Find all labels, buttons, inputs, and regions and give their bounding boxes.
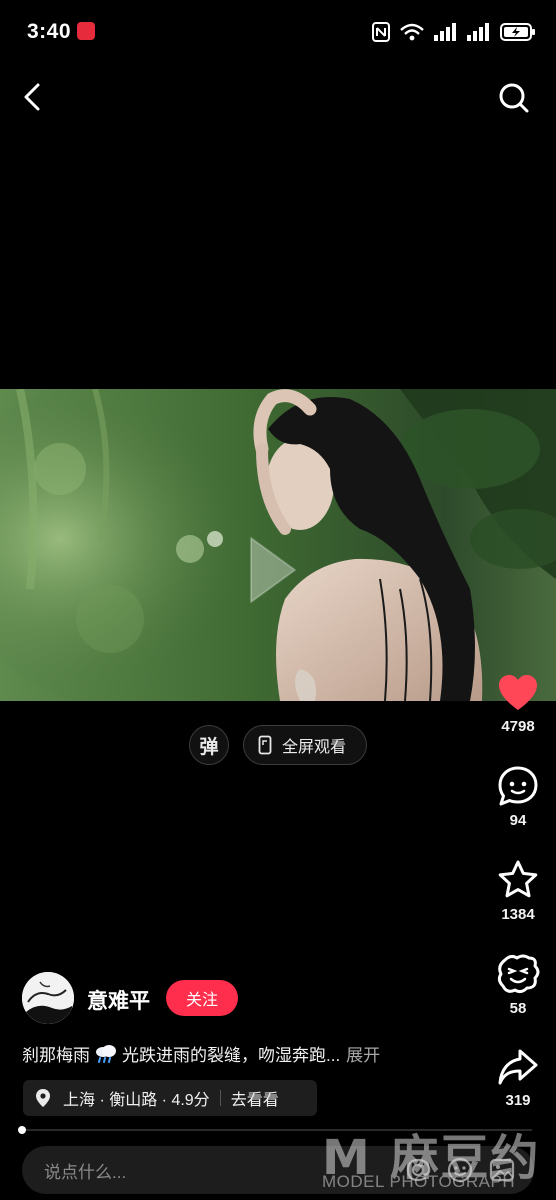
danmaku-toggle-button[interactable]: 弹 (189, 725, 229, 765)
nfc-icon (372, 22, 390, 42)
emoji-face-icon (497, 954, 540, 994)
favorite-count: 1384 (501, 906, 535, 923)
like-count: 4798 (501, 718, 535, 735)
status-bar: 3:40 (0, 0, 556, 64)
caption-text-start: 刹那梅雨 (22, 1046, 90, 1065)
danmaku-label: 弹 (199, 736, 219, 758)
comment-action[interactable]: 94 (493, 764, 543, 829)
favorite-action[interactable]: 1384 (493, 858, 543, 923)
signal-2-icon (467, 23, 489, 41)
follow-button[interactable]: 关注 (166, 980, 238, 1016)
author-avatar[interactable] (22, 972, 74, 1024)
comment-count: 94 (509, 812, 527, 829)
author-name[interactable]: 意难平 (87, 985, 150, 1015)
fullscreen-label: 全屏观看 (282, 739, 347, 756)
location-name: 上海 · 衡山路 · 4.9分 (63, 1092, 210, 1109)
follow-label: 关注 (185, 992, 218, 1009)
search-button[interactable] (496, 80, 532, 116)
battery-icon (500, 23, 535, 41)
fullscreen-rotate-icon (258, 735, 272, 755)
avatar-image (22, 972, 74, 1024)
share-count: 319 (505, 1092, 531, 1109)
video-progress-track[interactable] (22, 1129, 532, 1131)
like-action[interactable]: 4798 (493, 672, 543, 735)
status-time: 3:40 (27, 20, 72, 43)
location-divider (219, 1090, 221, 1106)
caption-text-rest: 光跌进雨的裂缝，吻湿奔跑... (122, 1046, 341, 1065)
location-tag[interactable]: 上海 · 衡山路 · 4.9分 去看看 (23, 1080, 317, 1116)
comment-placeholder: 说点什么... (44, 1162, 127, 1182)
chevron-left-icon (24, 83, 40, 111)
comment-bubble-icon (498, 766, 538, 806)
signal-1-icon (434, 23, 456, 41)
comment-input-bar[interactable]: 说点什么... (22, 1146, 534, 1194)
location-pin-icon (36, 1089, 50, 1107)
image-picker-icon[interactable] (488, 1156, 516, 1184)
fullscreen-button[interactable]: 全屏观看 (243, 725, 367, 765)
share-action[interactable]: 319 (493, 1046, 543, 1109)
location-go-link[interactable]: 去看看 (231, 1086, 279, 1110)
wifi-icon (400, 23, 424, 41)
status-icons (372, 18, 536, 46)
rain-cloud-emoji-icon (96, 1044, 116, 1063)
post-caption[interactable]: 刹那梅雨 光跌进雨的裂缝，吻湿奔跑... 展开 (22, 1041, 380, 1066)
comment-icons (404, 1156, 516, 1184)
back-button[interactable] (18, 80, 52, 114)
search-icon (499, 83, 529, 113)
video-progress-handle[interactable] (18, 1126, 26, 1134)
star-icon (498, 860, 538, 898)
share-arrow-icon (498, 1049, 538, 1085)
at-mention-icon[interactable] (404, 1156, 432, 1184)
expand-link[interactable]: 展开 (346, 1041, 380, 1066)
play-button[interactable] (247, 534, 299, 606)
emoji-count: 58 (509, 1000, 527, 1017)
app-notification-icon (77, 22, 95, 40)
play-icon (250, 537, 296, 603)
emoji-picker-icon[interactable] (446, 1156, 474, 1184)
heart-icon (499, 675, 537, 710)
emoji-action[interactable]: 58 (493, 952, 543, 1017)
